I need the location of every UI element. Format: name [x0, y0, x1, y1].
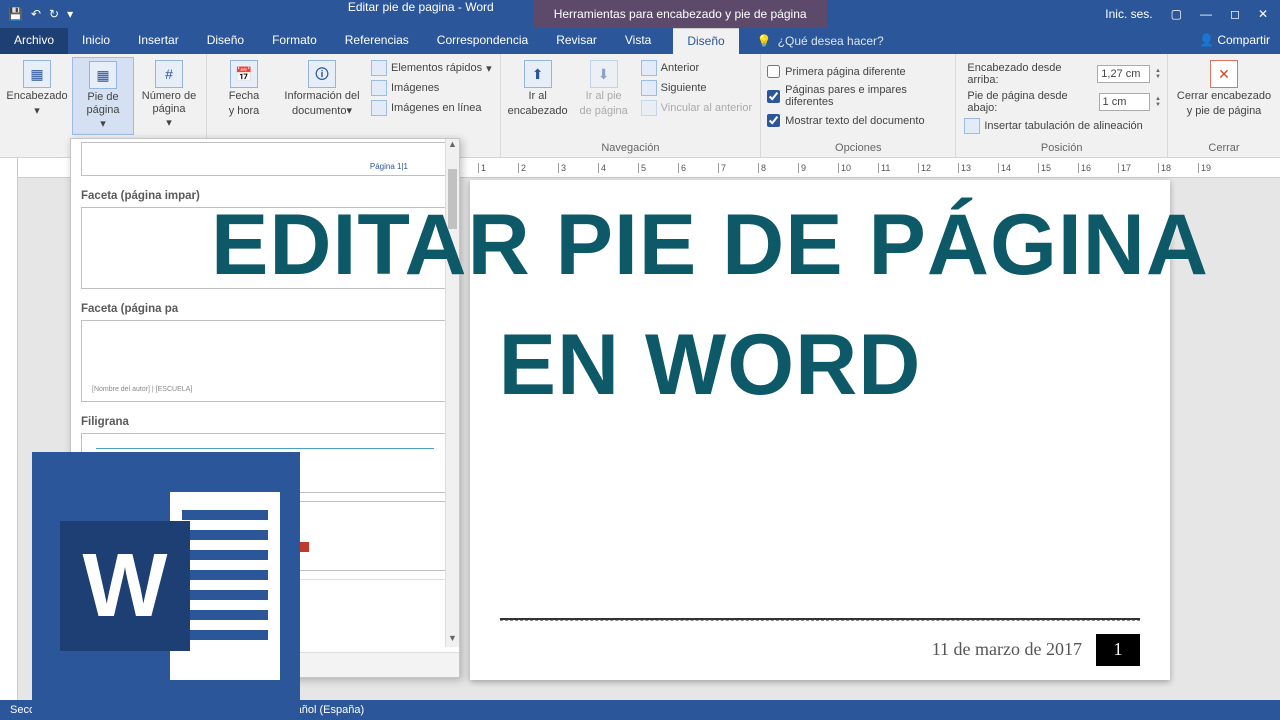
spinner-arrows[interactable]: ▲▼: [1155, 96, 1161, 108]
tab-view[interactable]: Vista: [611, 28, 665, 54]
scrollbar-thumb[interactable]: [448, 169, 457, 229]
redo-icon[interactable]: ↻: [49, 7, 59, 21]
sign-in-link[interactable]: Inic. ses.: [1105, 7, 1152, 21]
lightbulb-icon: 💡: [757, 34, 772, 48]
previous-icon: [641, 60, 657, 76]
date-time-button[interactable]: 📅 Fecha y hora: [213, 57, 275, 120]
gallery-item[interactable]: [81, 207, 449, 289]
title-bar: 💾 ↶ ↻ ▾ Editar pie de pagina - Word Herr…: [0, 0, 1280, 28]
gallery-item[interactable]: Página 1|1: [81, 142, 449, 176]
header-from-top-row: Encabezado desde arriba: 1,27 cm ▲▼: [962, 61, 1161, 87]
ribbon-group-options: Primera página diferente Páginas pares e…: [761, 54, 956, 157]
tab-mailings[interactable]: Correspondencia: [423, 28, 542, 54]
images-icon: [371, 80, 387, 96]
tab-file[interactable]: Archivo: [0, 28, 68, 54]
close-icon: ✕: [1210, 60, 1238, 88]
share-icon: 👤: [1199, 33, 1214, 47]
vertical-ruler: [0, 158, 18, 700]
footer-page-number: 1: [1096, 634, 1140, 666]
word-logo: W: [32, 452, 300, 720]
ribbon-display-icon[interactable]: ▢: [1171, 7, 1182, 21]
show-document-text-checkbox[interactable]: Mostrar texto del documento: [767, 112, 949, 129]
tab-review[interactable]: Revisar: [542, 28, 611, 54]
footer-date: 11 de marzo de 2017: [932, 639, 1082, 660]
gallery-item[interactable]: [Nombre del autor] | [ESCUELA]: [81, 320, 449, 402]
footer-icon: ▦: [89, 61, 117, 89]
save-icon[interactable]: 💾: [8, 7, 23, 21]
next-icon: [641, 80, 657, 96]
goto-header-icon: ⬆: [524, 60, 552, 88]
tab-home[interactable]: Inicio: [68, 28, 124, 54]
quick-parts-icon: [371, 60, 387, 76]
header-icon: ▦: [23, 60, 51, 88]
online-images-icon: [371, 100, 387, 116]
goto-footer-icon: ⬇: [590, 60, 618, 88]
header-from-top-input[interactable]: 1,27 cm: [1097, 65, 1150, 83]
gallery-scrollbar[interactable]: ▲ ▼: [445, 139, 459, 647]
word-logo-letter: W: [60, 521, 190, 651]
document-info-button[interactable]: 🛈 Información del documento▾: [279, 57, 365, 120]
page-footer-area[interactable]: 11 de marzo de 2017 1: [500, 620, 1140, 670]
footer-button[interactable]: ▦ Pie de página▾: [72, 57, 134, 135]
scroll-down-icon[interactable]: ▼: [446, 633, 459, 647]
close-header-footer-button[interactable]: ✕ Cerrar encabezado y pie de página: [1174, 57, 1274, 120]
tab-references[interactable]: Referencias: [331, 28, 423, 54]
goto-footer-button: ⬇ Ir al pie de página: [573, 57, 635, 120]
page-number-button[interactable]: # Número de página▾: [138, 57, 200, 133]
insert-alignment-tab-button[interactable]: Insertar tabulación de alineación: [962, 117, 1161, 135]
qat-customize-icon[interactable]: ▾: [67, 7, 73, 21]
alignment-tab-icon: [964, 118, 980, 134]
header-button[interactable]: ▦ Encabezado▾: [6, 57, 68, 120]
quick-parts-button[interactable]: Elementos rápidos▾: [369, 59, 494, 77]
ribbon-group-close: ✕ Cerrar encabezado y pie de página Cerr…: [1168, 54, 1280, 157]
share-button[interactable]: 👤 Compartir: [1189, 28, 1280, 54]
quick-access-toolbar: 💾 ↶ ↻ ▾: [0, 7, 81, 21]
minimize-icon[interactable]: —: [1200, 7, 1212, 21]
link-icon: [641, 100, 657, 116]
gallery-heading: Faceta (página impar): [71, 184, 459, 204]
close-window-icon[interactable]: ✕: [1258, 7, 1268, 21]
ribbon-group-navigation: ⬆ Ir al encabezado ⬇ Ir al pie de página…: [501, 54, 762, 157]
previous-button[interactable]: Anterior: [639, 59, 755, 77]
footer-from-bottom-row: Pie de página desde abajo: 1 cm ▲▼: [962, 89, 1161, 115]
spinner-arrows[interactable]: ▲▼: [1155, 68, 1161, 80]
page-number-icon: #: [155, 60, 183, 88]
calendar-icon: 📅: [230, 60, 258, 88]
tab-context-design[interactable]: Diseño: [673, 28, 738, 54]
document-info-icon: 🛈: [308, 60, 336, 88]
next-button[interactable]: Siguiente: [639, 79, 755, 97]
tab-design[interactable]: Diseño: [193, 28, 258, 54]
goto-header-button[interactable]: ⬆ Ir al encabezado: [507, 57, 569, 120]
online-images-button[interactable]: Imágenes en línea: [369, 99, 494, 117]
tab-insert[interactable]: Insertar: [124, 28, 193, 54]
footer-from-bottom-input[interactable]: 1 cm: [1099, 93, 1151, 111]
undo-icon[interactable]: ↶: [31, 7, 41, 21]
document-page[interactable]: 11 de marzo de 2017 1: [470, 180, 1170, 680]
gallery-heading: Faceta (página pa: [71, 297, 459, 317]
different-odd-even-checkbox[interactable]: Páginas pares e impares diferentes: [767, 82, 949, 110]
ribbon-tabs: Archivo Inicio Insertar Diseño Formato R…: [0, 28, 1280, 54]
different-first-page-checkbox[interactable]: Primera página diferente: [767, 63, 949, 80]
tab-format[interactable]: Formato: [258, 28, 331, 54]
maximize-icon[interactable]: ◻: [1230, 7, 1240, 21]
images-button[interactable]: Imágenes: [369, 79, 494, 97]
scroll-up-icon[interactable]: ▲: [446, 139, 459, 153]
context-tools-title: Herramientas para encabezado y pie de pá…: [534, 0, 827, 28]
window-controls: Inic. ses. ▢ — ◻ ✕: [1093, 7, 1280, 21]
gallery-heading: Filigrana: [71, 410, 459, 430]
link-previous-button: Vincular al anterior: [639, 99, 755, 117]
ribbon-group-position: Encabezado desde arriba: 1,27 cm ▲▼ Pie …: [956, 54, 1168, 157]
tell-me-search[interactable]: 💡 ¿Qué desea hacer?: [739, 28, 1189, 54]
document-title: Editar pie de pagina - Word: [348, 0, 494, 28]
